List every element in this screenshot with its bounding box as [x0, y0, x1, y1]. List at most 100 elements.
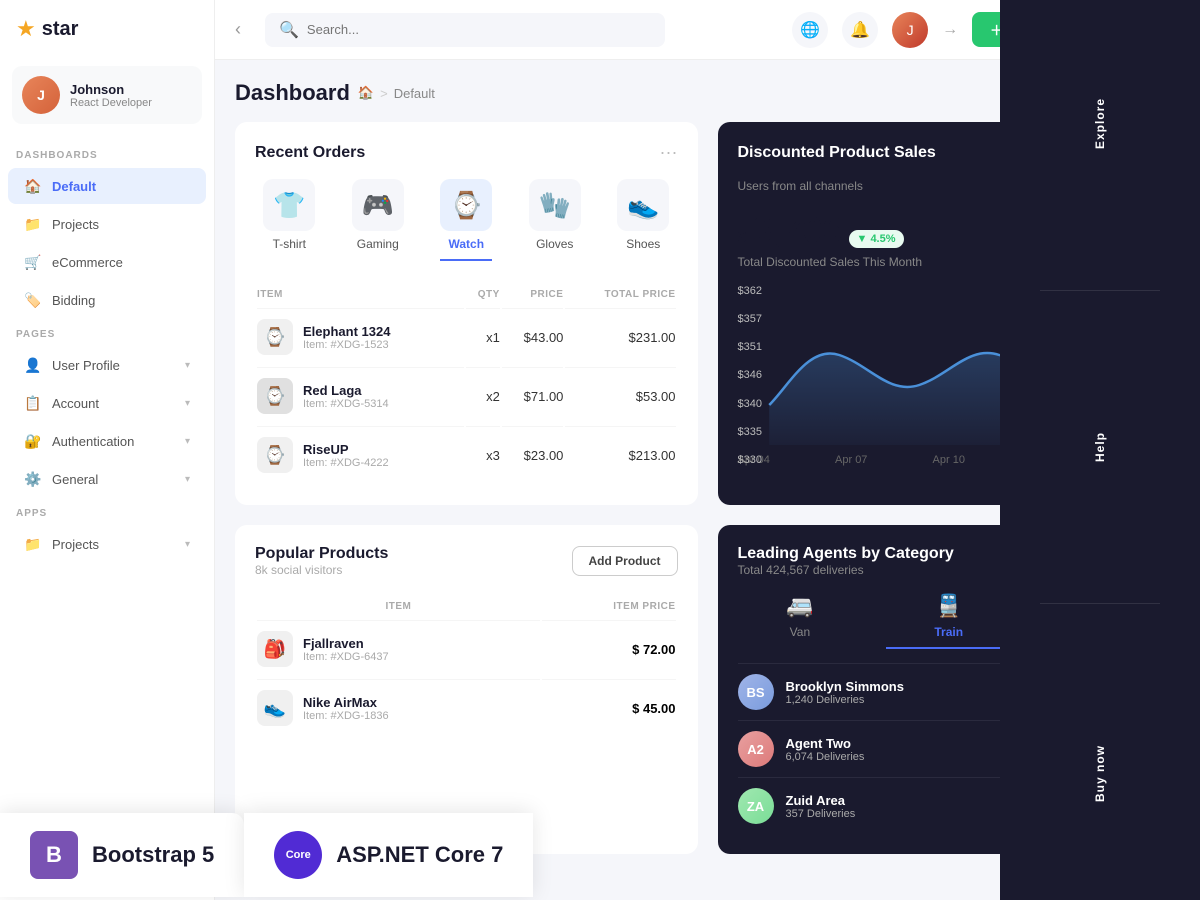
lock-icon: 🔐: [24, 432, 42, 450]
table-row: 🎒 Fjallraven Item: #XDG-6437 $ 72.00: [257, 620, 676, 677]
sidebar-item-authentication[interactable]: 🔐 Authentication ▾: [8, 423, 206, 459]
sidebar-item-label: Projects: [52, 217, 190, 232]
card-menu-icon[interactable]: ···: [660, 142, 678, 163]
search-input[interactable]: [307, 22, 651, 37]
sidebar-item-label: Authentication: [52, 434, 175, 449]
notification-icon[interactable]: 🔔: [842, 12, 878, 48]
sidebar-item-user-profile[interactable]: 👤 User Profile ▾: [8, 347, 206, 383]
breadcrumb-path: 🏠 > Default: [358, 85, 435, 101]
order-item-image: ⌚: [257, 378, 293, 414]
tab-tshirt-label: T-shirt: [273, 237, 306, 251]
sidebar-item-label: Default: [52, 179, 190, 194]
order-item-name: Elephant 1324: [303, 324, 390, 339]
sidebar-item-label: Account: [52, 396, 175, 411]
agent-name: Brooklyn Simmons: [786, 679, 974, 694]
tab-watch-label: Watch: [448, 237, 484, 251]
sidebar-item-label: eCommerce: [52, 255, 190, 270]
sales-dollar: $: [738, 229, 747, 247]
table-row: 👟 Nike AirMax Item: #XDG-1836 $ 45.00: [257, 679, 676, 736]
sidebar: ★ star J Johnson React Developer DASHBOA…: [0, 0, 215, 900]
agent-name: Zuid Area: [786, 793, 974, 808]
sidebar-item-projects[interactable]: 📁 Projects: [8, 206, 206, 242]
user-icon: 👤: [24, 356, 42, 374]
agent-deliveries: 357 Deliveries: [786, 808, 974, 820]
agent-avatar: A2: [738, 731, 774, 767]
chevron-icon: ▾: [185, 398, 190, 409]
recent-orders-card: Recent Orders ··· 👕 T-shirt 🎮 Gaming ⌚ W…: [235, 122, 698, 505]
col-price: ITEM PRICE: [542, 595, 676, 618]
tab-gaming[interactable]: 🎮 Gaming: [352, 179, 404, 261]
buy-now-button[interactable]: Buy now: [1085, 729, 1115, 818]
orders-table: ITEM QTY PRICE TOTAL PRICE ⌚: [255, 281, 678, 485]
watch-icon: ⌚: [440, 179, 492, 231]
agent-name: Agent Two: [786, 736, 974, 751]
order-item-info: ⌚ Elephant 1324 Item: #XDG-1523: [257, 319, 464, 355]
tab-van[interactable]: 🚐 Van: [738, 593, 863, 649]
search-icon: 🔍: [279, 20, 299, 40]
logo-star: ★: [16, 16, 36, 42]
col-item: ITEM: [257, 283, 464, 306]
tab-shoes[interactable]: 👟 Shoes: [617, 179, 669, 261]
product-id: Item: #XDG-1836: [303, 710, 389, 722]
card-header: Recent Orders ···: [255, 142, 678, 163]
chevron-icon: ▾: [185, 474, 190, 485]
product-item-info: 👟 Nike AirMax Item: #XDG-1836: [257, 690, 540, 726]
sidebar-item-general[interactable]: ⚙️ General ▾: [8, 461, 206, 497]
sidebar-item-ecommerce[interactable]: 🛒 eCommerce: [8, 244, 206, 280]
sales-title: Discounted Product Sales: [738, 144, 936, 162]
divider: [1040, 603, 1160, 604]
tab-train[interactable]: 🚆 Train: [886, 593, 1011, 649]
popular-products-card: Popular Products 8k social visitors Add …: [235, 525, 698, 854]
sales-badge: ▼ 4.5%: [849, 230, 904, 248]
product-item-image: 👟: [257, 690, 293, 726]
product-tabs: 👕 T-shirt 🎮 Gaming ⌚ Watch 🧤 Gloves: [255, 179, 678, 261]
order-qty: x2: [466, 367, 500, 424]
sales-number: 3,706: [752, 209, 842, 251]
recent-orders-title: Recent Orders: [255, 144, 365, 162]
sidebar-item-apps-projects[interactable]: 📁 Projects ▾: [8, 526, 206, 562]
user-card: J Johnson React Developer: [12, 66, 202, 124]
globe-icon[interactable]: 🌐: [792, 12, 828, 48]
tab-van-label: Van: [790, 625, 810, 639]
shoes-icon: 👟: [617, 179, 669, 231]
agent-avatar: BS: [738, 674, 774, 710]
tab-tshirt[interactable]: 👕 T-shirt: [263, 179, 315, 261]
collapse-icon[interactable]: ‹: [235, 19, 241, 40]
divider: [1040, 290, 1160, 291]
order-total: $213.00: [565, 426, 675, 483]
explore-button[interactable]: Explore: [1085, 82, 1115, 165]
gloves-icon: 🧤: [529, 179, 581, 231]
folder-icon: 📁: [24, 535, 42, 553]
sidebar-item-default[interactable]: 🏠 Default: [8, 168, 206, 204]
order-total: $53.00: [565, 367, 675, 424]
sidebar-item-bidding[interactable]: 🏷️ Bidding: [8, 282, 206, 318]
gear-icon: ⚙️: [24, 470, 42, 488]
sidebar-item-label: Bidding: [52, 293, 190, 308]
tab-watch[interactable]: ⌚ Watch: [440, 179, 492, 261]
card-header: Popular Products 8k social visitors Add …: [255, 545, 678, 577]
table-row: ⌚ RiseUP Item: #XDG-4222 x3 $23.00 $213.…: [257, 426, 676, 483]
order-item-info: ⌚ RiseUP Item: #XDG-4222: [257, 437, 464, 473]
logo-text: star: [42, 18, 79, 41]
col-price: PRICE: [502, 283, 564, 306]
help-button[interactable]: Help: [1085, 416, 1115, 478]
order-item-id: Item: #XDG-1523: [303, 339, 390, 351]
popular-products-title: Popular Products: [255, 545, 388, 563]
order-qty: x1: [466, 308, 500, 365]
table-row: ⌚ Elephant 1324 Item: #XDG-1523 x1 $43.0…: [257, 308, 676, 365]
folder-icon: 📁: [24, 215, 42, 233]
order-item-image: ⌚: [257, 437, 293, 473]
tab-gloves[interactable]: 🧤 Gloves: [529, 179, 581, 261]
dashboards-label: DASHBOARDS: [0, 140, 214, 167]
tab-gaming-label: Gaming: [357, 237, 399, 251]
tab-gloves-label: Gloves: [536, 237, 573, 251]
user-avatar-topbar[interactable]: J: [892, 12, 928, 48]
sidebar-item-account[interactable]: 📋 Account ▾: [8, 385, 206, 421]
order-item-name: RiseUP: [303, 442, 389, 457]
add-product-button[interactable]: Add Product: [572, 546, 678, 576]
order-total: $231.00: [565, 308, 675, 365]
chevron-icon: ▾: [185, 360, 190, 371]
home-icon: 🏠: [24, 177, 42, 195]
agent-deliveries: 6,074 Deliveries: [786, 751, 974, 763]
home-breadcrumb-icon: 🏠: [358, 85, 374, 101]
